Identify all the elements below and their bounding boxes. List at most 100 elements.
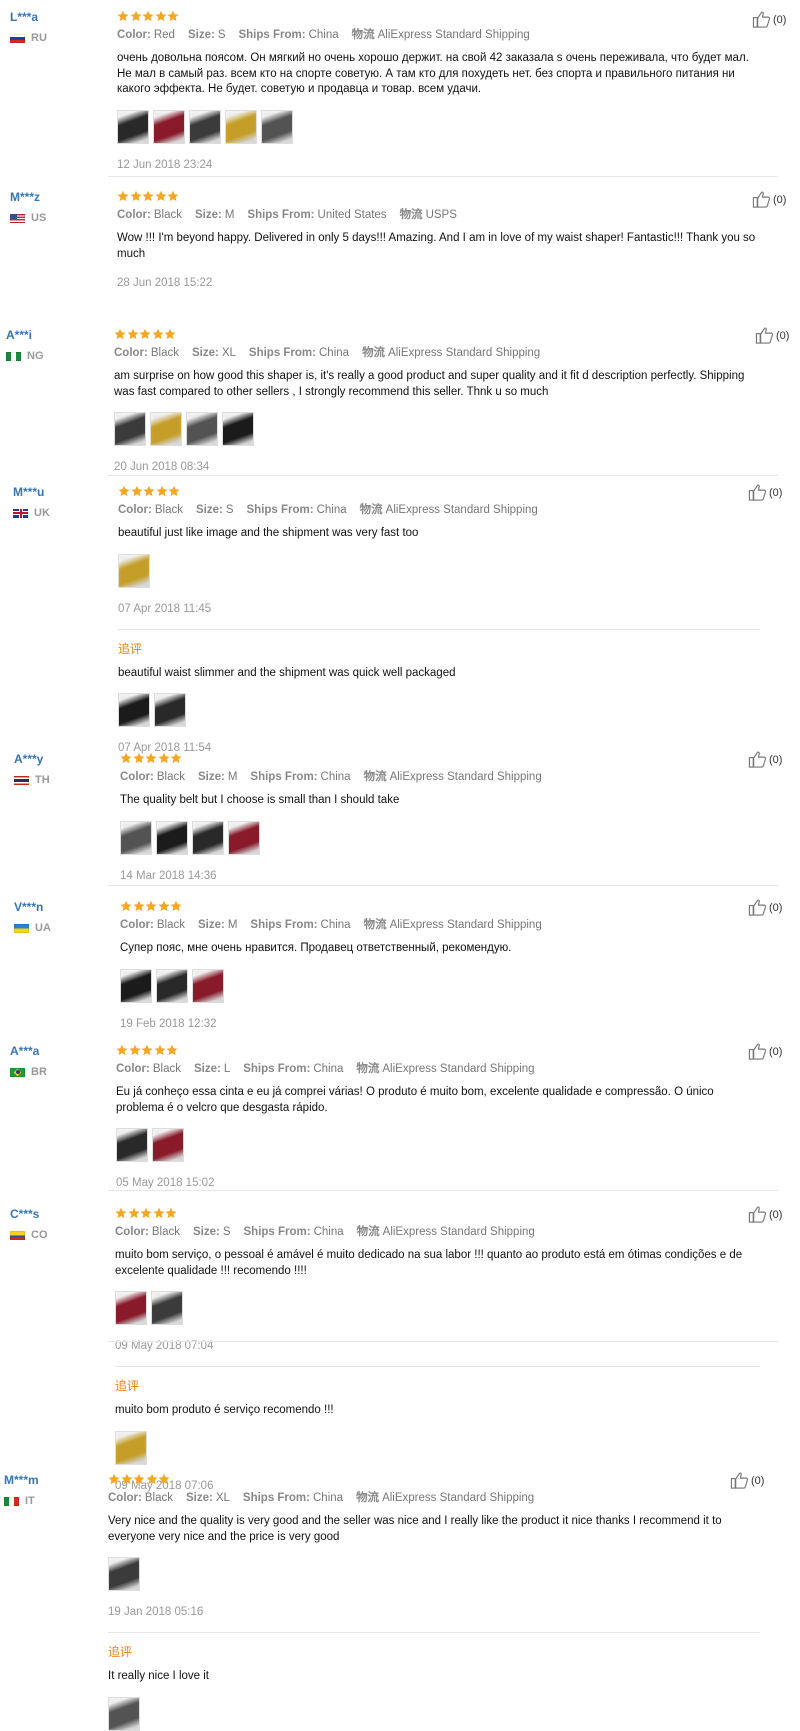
followup-divider: [118, 628, 760, 630]
star-icon: [140, 1207, 152, 1219]
reviewer-country: TH: [14, 774, 50, 786]
logistics-value: AliExpress Standard Shipping: [389, 771, 542, 783]
helpful-vote-button[interactable]: (0): [748, 898, 782, 917]
star-icon: [133, 900, 144, 912]
country-flag-icon: [14, 775, 29, 785]
logistics-value: AliExpress Standard Shipping: [388, 347, 541, 359]
review-photo-thumbnail[interactable]: [120, 820, 152, 855]
review-photo-thumbnail[interactable]: [108, 1557, 140, 1591]
review-divider: [108, 475, 778, 476]
helpful-vote-button[interactable]: (0): [748, 483, 782, 502]
helpful-vote-button[interactable]: (0): [752, 190, 786, 209]
review-photo-thumbnail[interactable]: [153, 109, 185, 144]
thumbs-up-icon: [755, 327, 774, 344]
ships-from-label: Ships From:: [250, 919, 318, 931]
review-date: 19 Jan 2018 05:16: [108, 1606, 204, 1618]
review-photo-thumbnail[interactable]: [154, 693, 186, 727]
logistics-label: 物流: [356, 1492, 380, 1504]
size-label: Size:: [192, 1226, 220, 1238]
reviewer-name[interactable]: A***y: [14, 752, 50, 766]
star-icon: [142, 10, 154, 22]
star-icon: [167, 10, 179, 22]
reviewer-country: IT: [4, 1495, 39, 1507]
size-label: Size:: [197, 771, 225, 783]
color-value: Black: [144, 1492, 173, 1504]
helpful-vote-button[interactable]: (0): [748, 1042, 782, 1061]
ships-from-value: China: [316, 504, 347, 516]
star-icon: [154, 1044, 165, 1056]
review-photo-thumbnail[interactable]: [117, 109, 149, 144]
review-photo-thumbnail[interactable]: [151, 1291, 183, 1325]
star-icon: [158, 900, 169, 912]
country-code: UK: [34, 507, 50, 519]
review-photo-thumbnail[interactable]: [116, 1128, 148, 1162]
reviewer-name[interactable]: V***n: [14, 900, 51, 914]
review-photo-thumbnail[interactable]: [118, 553, 150, 588]
review-photo-thumbnail[interactable]: [156, 820, 188, 855]
helpful-vote-button[interactable]: (0): [730, 1471, 764, 1490]
review-photo-thumbnail[interactable]: [225, 109, 257, 144]
star-icon: [155, 190, 166, 202]
helpful-vote-button[interactable]: (0): [748, 750, 782, 769]
size-value: S: [222, 1226, 231, 1238]
order-info: Color: Black Size: XL Ships From: China 物流 AliE…: [108, 1489, 760, 1505]
review-date: 28 Jun 2018 15:22: [117, 277, 213, 289]
review-photo-thumbnail[interactable]: [150, 412, 182, 446]
star-rating: [117, 190, 760, 202]
order-info: Color: Black Size: M Ships From: China 物流 AliEx…: [120, 916, 760, 932]
reviewer-info: M***m IT: [4, 1473, 39, 1507]
review-photo-thumbnail[interactable]: [118, 693, 150, 727]
star-rating: [117, 10, 760, 22]
star-icon: [170, 900, 182, 912]
review-photo-thumbnail[interactable]: [261, 109, 293, 144]
review-content: Color: Black Size: S Ships From: China 物流 AliEx…: [115, 1207, 760, 1492]
color-value: Black: [156, 919, 185, 931]
country-flag-icon: [10, 1067, 25, 1077]
ships-from-value: China: [319, 347, 350, 359]
review-date: 14 Mar 2018 14:36: [120, 869, 217, 882]
color-value: Black: [153, 209, 182, 221]
review-photo-thumbnail[interactable]: [115, 1291, 147, 1325]
logistics-value: AliExpress Standard Shipping: [382, 1492, 535, 1504]
size-label: Size:: [197, 919, 225, 931]
reviewer-name[interactable]: L***a: [10, 10, 47, 24]
followup-text: beautiful waist slimmer and the shipment…: [118, 666, 456, 679]
color-value: Black: [152, 1063, 181, 1075]
review-photo-thumbnail[interactable]: [222, 412, 254, 446]
review-photo-thumbnail[interactable]: [156, 968, 188, 1003]
reviewer-name[interactable]: M***m: [4, 1473, 39, 1487]
review-photo-thumbnail[interactable]: [115, 1430, 147, 1465]
helpful-vote-button[interactable]: (0): [755, 326, 789, 345]
country-flag-icon: [6, 351, 21, 361]
reviewer-name[interactable]: A***a: [10, 1044, 47, 1058]
star-icon: [129, 1044, 140, 1056]
reviewer-info: M***u UK: [13, 485, 50, 519]
review-content: Color: Black Size: M Ships From: United State…: [117, 190, 760, 289]
country-code: TH: [35, 774, 50, 786]
review-photo-thumbnail[interactable]: [186, 412, 218, 446]
review-photo-thumbnail[interactable]: [108, 1696, 140, 1731]
reviewer-name[interactable]: M***z: [10, 190, 46, 204]
reviewer-name[interactable]: A***i: [6, 328, 44, 342]
review-photo-thumbnail[interactable]: [189, 109, 221, 144]
helpful-vote-button[interactable]: (0): [752, 10, 786, 29]
helpful-vote-button[interactable]: (0): [748, 1205, 782, 1224]
reviewer-country: US: [10, 212, 46, 224]
thumbs-up-icon: [748, 1043, 767, 1060]
review-photo-thumbnail[interactable]: [228, 820, 260, 855]
star-icon: [168, 485, 180, 497]
color-value: Black: [151, 1226, 180, 1238]
review-photo-thumbnail[interactable]: [120, 968, 152, 1003]
reviewer-name[interactable]: C***s: [10, 1207, 48, 1221]
reviewer-name[interactable]: M***u: [13, 485, 50, 499]
logistics-label: 物流: [356, 1063, 380, 1075]
ships-from-value: China: [320, 771, 351, 783]
review-photo-thumbnail[interactable]: [152, 1128, 184, 1162]
review-photo-thumbnail[interactable]: [192, 968, 224, 1003]
size-label: Size:: [193, 1063, 221, 1075]
review-photo-thumbnail[interactable]: [114, 412, 146, 446]
review-photo-thumbnail[interactable]: [192, 820, 224, 855]
thumbs-up-icon: [748, 1206, 767, 1223]
review-text: muito bom serviço, o pessoal é amável é …: [115, 1249, 743, 1277]
size-label: Size:: [194, 209, 222, 221]
